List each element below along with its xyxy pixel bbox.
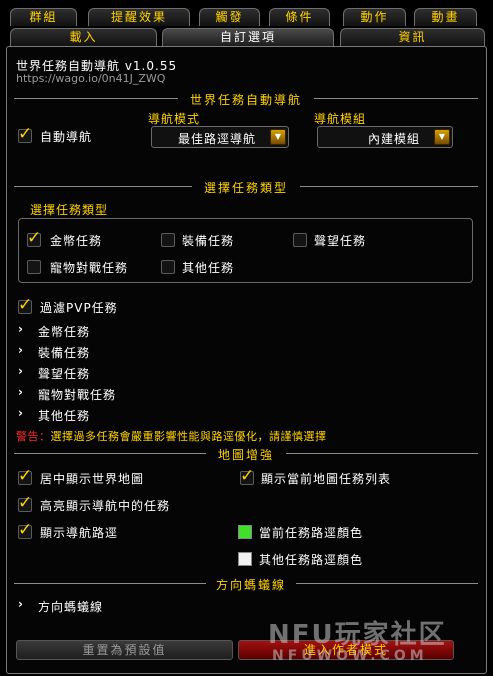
pet-battle-task-label: 寵物對戰任務 [50,261,129,275]
pet-battle-task-checkbox[interactable] [27,260,41,274]
divider [296,583,478,584]
filter-pvp-checkbox[interactable]: ✓ [18,295,32,315]
gold-task-checkbox[interactable]: ✓ [27,228,41,248]
nav-module-dropdown[interactable]: 內建模組 ▼ [317,126,453,148]
expander-reputation-task[interactable]: 聲望任務 [38,365,90,382]
tab-load[interactable]: 載入 [10,28,157,46]
current-path-color-label: 當前任務路逕顏色 [259,526,364,540]
dropdown-arrow-icon[interactable]: ▼ [270,129,286,145]
nav-mode-dropdown[interactable]: 最佳路逕導航 ▼ [151,126,289,148]
filter-pvp-label: 過濾PVP任務 [40,301,118,315]
highlight-task-label: 高亮顯示導航中的任務 [40,499,171,513]
reset-defaults-button[interactable]: 重置為預設值 [16,640,233,660]
expander-gold-task[interactable]: 金幣任務 [38,323,90,340]
tab-info[interactable]: 資訊 [340,28,485,46]
other-task-label: 其他任務 [182,261,235,275]
warning-message: 選擇過多任務會嚴重影響性能與路逕優化，請謹慎選擇 [50,430,327,443]
warning-prefix: 警告： [16,430,51,443]
reputation-task-label: 聲望任務 [314,234,367,248]
tab-trigger[interactable]: 觸發 [199,8,260,26]
tab-animations[interactable]: 動畫 [414,8,477,26]
checkmark-icon: ✓ [27,228,42,248]
nav-mode-value: 最佳路逕導航 [177,132,256,146]
tab-conditions[interactable]: 條件 [269,8,330,26]
expander-other-task[interactable]: 其他任務 [38,407,90,424]
tab-actions[interactable]: 動作 [343,8,406,26]
auto-nav-checkbox[interactable]: ✓ [18,124,32,144]
nav-mode-label: 導航模式 [148,112,201,126]
chevron-right-icon[interactable]: › [18,343,23,357]
checkmark-icon: ✓ [18,520,33,540]
gear-task-label: 裝備任務 [182,234,235,248]
divider [286,453,478,454]
chevron-right-icon[interactable]: › [18,597,23,611]
task-type-group-label: 選擇任務類型 [30,203,109,217]
other-path-color-swatch[interactable] [238,552,252,566]
show-path-checkbox[interactable]: ✓ [18,520,32,540]
gold-task-label: 金幣任務 [50,234,103,248]
addon-url[interactable]: https://wago.io/0n41J_ZWQ [16,72,165,85]
watermark-site: NFUWOW.COM [272,648,428,664]
expander-ant-line[interactable]: 方向螞蟻線 [38,598,103,615]
checkmark-icon: ✓ [18,295,33,315]
other-task-checkbox[interactable] [161,260,175,274]
nav-module-label: 導航模組 [314,112,367,126]
chevron-right-icon[interactable]: › [18,406,23,420]
divider [14,98,178,99]
warning-text: 警告：選擇過多任務會嚴重影響性能與路逕優化，請謹慎選擇 [16,428,327,444]
gear-task-checkbox[interactable] [161,233,175,247]
auto-nav-label: 自動導航 [40,130,93,144]
divider [314,98,478,99]
tab-group[interactable]: 群組 [10,8,77,26]
highlight-task-checkbox[interactable]: ✓ [18,493,32,513]
checkmark-icon: ✓ [240,466,255,486]
show-task-list-checkbox[interactable]: ✓ [240,466,254,486]
watermark-logo: NFU玩家社区 [268,620,447,650]
center-map-checkbox[interactable]: ✓ [18,466,32,486]
show-path-label: 顯示導航路逕 [40,526,119,540]
checkmark-icon: ✓ [18,124,33,144]
show-task-list-label: 顯示當前地圖任務列表 [261,472,392,486]
divider [300,186,478,187]
chevron-right-icon[interactable]: › [18,364,23,378]
expander-gear-task[interactable]: 裝備任務 [38,344,90,361]
section-header-task-types: 選擇任務類型 [203,181,288,195]
dropdown-arrow-icon[interactable]: ▼ [434,129,450,145]
chevron-right-icon[interactable]: › [18,385,23,399]
divider [14,453,206,454]
center-map-label: 居中顯示世界地圖 [40,472,145,486]
checkmark-icon: ✓ [18,493,33,513]
divider [14,583,206,584]
section-header-auto-nav: 世界任務自動導航 [189,93,302,107]
tab-alert-effects[interactable]: 提醒效果 [88,8,190,26]
tab-custom-options[interactable]: 自訂選項 [162,28,334,46]
section-header-ant-line: 方向螞蟻線 [215,578,286,592]
nav-module-value: 內建模組 [367,132,420,146]
expander-pet-battle-task[interactable]: 寵物對戰任務 [38,386,116,403]
checkmark-icon: ✓ [18,466,33,486]
reputation-task-checkbox[interactable] [293,233,307,247]
section-header-map: 地圖增強 [217,448,274,462]
chevron-right-icon[interactable]: › [18,322,23,336]
divider [14,186,192,187]
current-path-color-swatch[interactable] [238,525,252,539]
other-path-color-label: 其他任務路逕顏色 [259,553,364,567]
